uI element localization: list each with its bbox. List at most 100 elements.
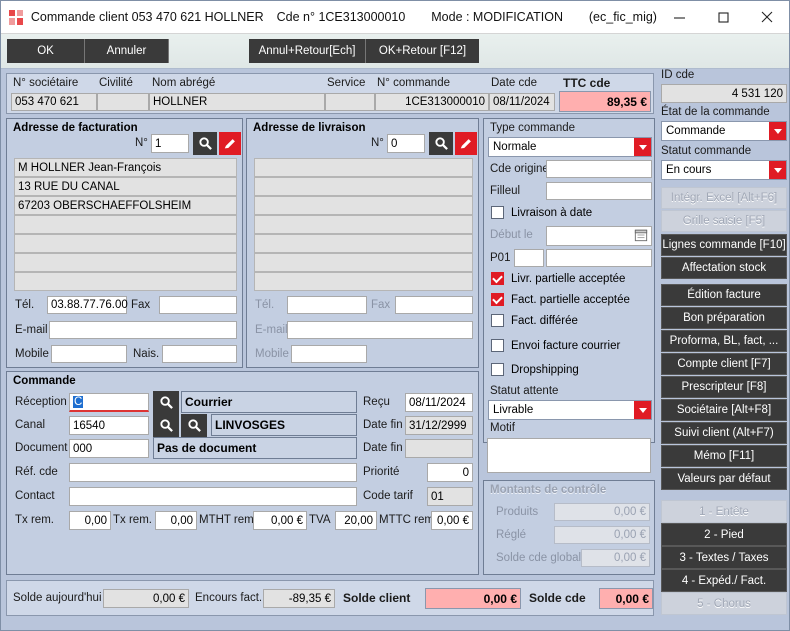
maximize-button[interactable] xyxy=(701,1,745,33)
billing-email-input[interactable] xyxy=(49,321,237,339)
sidebar-button-societaire[interactable]: Sociétaire [Alt+F8] xyxy=(661,399,787,421)
sidebar-button-compte-client[interactable]: Compte client [F7] xyxy=(661,353,787,375)
tx-rem-l-input[interactable]: 0,00 xyxy=(155,511,197,530)
delivery-tel-input[interactable] xyxy=(287,296,367,314)
cancel-button[interactable]: Annuler xyxy=(85,39,169,63)
ref-cde-input[interactable] xyxy=(69,463,357,482)
tab-2-pied[interactable]: 2 - Pied xyxy=(661,523,787,546)
field-n-commande[interactable]: 1CE313000010 xyxy=(375,93,489,111)
billing-line-2[interactable]: 13 RUE DU CANAL xyxy=(14,177,237,196)
billing-mobile-input[interactable] xyxy=(51,345,127,363)
livr-partielle-checkbox[interactable]: Livr. partielle acceptée xyxy=(491,272,625,285)
sidebar-button-integr-excel[interactable]: Intégr. Excel [Alt+F6] xyxy=(661,187,787,209)
sidebar-button-proforma-bl-fact[interactable]: Proforma, BL, fact, ... xyxy=(661,330,787,352)
sidebar-button-valeurs-par-defaut[interactable]: Valeurs par défaut xyxy=(661,468,787,490)
mttc-rem-input[interactable]: 0,00 € xyxy=(431,511,473,530)
motif-textarea[interactable] xyxy=(487,438,651,473)
code-tarif-input[interactable]: 01 xyxy=(427,487,473,506)
fact-partielle-checkbox[interactable]: Fact. partielle acceptée xyxy=(491,293,630,306)
sidebar-button-lignes-commande[interactable]: Lignes commande [F10] xyxy=(661,234,787,256)
date-fin1-input[interactable]: 31/12/2999 xyxy=(405,416,473,435)
document-input[interactable]: 000 xyxy=(69,439,149,458)
p01-code-input[interactable] xyxy=(514,249,544,267)
billing-line-4[interactable] xyxy=(14,215,237,234)
livraison-a-date-checkbox[interactable]: Livraison à date xyxy=(491,206,592,219)
ok-return-button[interactable]: OK+Retour [F12] xyxy=(366,39,479,63)
delivery-mobile-input[interactable] xyxy=(291,345,367,363)
cde-origine-input[interactable] xyxy=(546,160,652,178)
statut-commande-select[interactable]: En cours xyxy=(661,160,787,180)
minimize-button[interactable] xyxy=(657,1,701,33)
date-fin2-input[interactable] xyxy=(405,439,473,458)
delivery-edit-icon-button[interactable] xyxy=(455,132,477,155)
sidebar-button-affectation-stock[interactable]: Affectation stock xyxy=(661,257,787,279)
action-toolbar: OK Annuler Annul+Retour[Ech] OK+Retour [… xyxy=(1,34,789,69)
field-service[interactable] xyxy=(325,93,375,111)
chevron-down-icon[interactable] xyxy=(634,138,651,156)
billing-tel-input[interactable]: 03.88.77.76.00 xyxy=(47,296,128,314)
close-button[interactable] xyxy=(745,1,789,33)
contact-input[interactable] xyxy=(69,487,357,506)
field-n-societaire[interactable]: 053 470 621 xyxy=(11,93,97,111)
order-type-select[interactable]: Normale xyxy=(488,137,652,157)
recu-input[interactable]: 08/11/2024 xyxy=(405,393,473,412)
billing-line-7[interactable] xyxy=(14,272,237,291)
tab-1-entete[interactable]: 1 - Entête xyxy=(661,500,787,523)
filleul-input[interactable] xyxy=(546,182,652,200)
chevron-down-icon[interactable] xyxy=(634,401,651,419)
mtht-rem-input[interactable]: 0,00 € xyxy=(253,511,307,530)
billing-edit-icon-button[interactable] xyxy=(219,132,241,155)
chevron-down-icon[interactable] xyxy=(769,161,786,179)
statut-attente-select[interactable]: Livrable xyxy=(488,400,652,420)
tab-3-textes-taxes[interactable]: 3 - Textes / Taxes xyxy=(661,546,787,569)
ok-button[interactable]: OK xyxy=(7,39,85,63)
billing-search-icon-button[interactable] xyxy=(193,132,217,155)
sidebar-button-edition-facture[interactable]: Édition facture xyxy=(661,284,787,306)
delivery-line-6[interactable] xyxy=(254,253,473,272)
canal-search-icon-button-1[interactable] xyxy=(153,414,179,437)
billing-line-3[interactable]: 67203 OBERSCHAEFFOLSHEIM xyxy=(14,196,237,215)
reception-input[interactable]: C xyxy=(69,393,149,412)
billing-line-1[interactable]: M HOLLNER Jean-François xyxy=(14,158,237,177)
field-civilite[interactable] xyxy=(97,93,149,111)
delivery-email-input[interactable] xyxy=(287,321,473,339)
field-date-cde[interactable]: 08/11/2024 xyxy=(489,93,555,111)
billing-line-6[interactable] xyxy=(14,253,237,272)
tab-5-chorus[interactable]: 5 - Chorus xyxy=(661,592,787,615)
tva-input[interactable]: 20,00 xyxy=(335,511,377,530)
billing-num-input[interactable]: 1 xyxy=(151,134,189,153)
delivery-fax-input[interactable] xyxy=(395,296,473,314)
sidebar-button-prescripteur[interactable]: Prescripteur [F8] xyxy=(661,376,787,398)
delivery-line-4[interactable] xyxy=(254,215,473,234)
delivery-num-input[interactable]: 0 xyxy=(387,134,425,153)
delivery-line-2[interactable] xyxy=(254,177,473,196)
billing-line-5[interactable] xyxy=(14,234,237,253)
reception-search-icon-button[interactable] xyxy=(153,391,179,414)
priorite-input[interactable]: 0 xyxy=(427,463,473,482)
dropshipping-checkbox[interactable]: Dropshipping xyxy=(491,363,579,376)
delivery-line-3[interactable] xyxy=(254,196,473,215)
tx-rem-input[interactable]: 0,00 xyxy=(69,511,111,530)
canal-input[interactable]: 16540 xyxy=(69,416,149,435)
billing-fax-input[interactable] xyxy=(159,296,237,314)
billing-nais-input[interactable] xyxy=(162,345,237,363)
cancel-return-button[interactable]: Annul+Retour[Ech] xyxy=(249,39,366,63)
delivery-line-5[interactable] xyxy=(254,234,473,253)
label-date-cde: Date cde xyxy=(491,77,538,89)
field-nom-abrege[interactable]: HOLLNER xyxy=(149,93,325,111)
delivery-search-icon-button[interactable] xyxy=(429,132,453,155)
fact-differee-checkbox[interactable]: Fact. différée xyxy=(491,314,578,327)
delivery-line-1[interactable] xyxy=(254,158,473,177)
p01-value-input[interactable] xyxy=(546,249,652,267)
chevron-down-icon[interactable] xyxy=(769,122,786,140)
tab-4-exped-fact[interactable]: 4 - Expéd./ Fact. xyxy=(661,569,787,592)
sidebar-button-suivi-client[interactable]: Suivi client (Alt+F7) xyxy=(661,422,787,444)
envoi-facture-courrier-checkbox[interactable]: Envoi facture courrier xyxy=(491,339,620,352)
sidebar-button-memo[interactable]: Mémo [F11] xyxy=(661,445,787,467)
canal-search-icon-button-2[interactable] xyxy=(181,414,207,437)
sidebar-button-grille-saisie[interactable]: Grille saisie [F5] xyxy=(661,210,787,232)
etat-commande-select[interactable]: Commande xyxy=(661,121,787,141)
debut-le-input[interactable] xyxy=(546,226,652,246)
delivery-line-7[interactable] xyxy=(254,272,473,291)
sidebar-button-bon-preparation[interactable]: Bon préparation xyxy=(661,307,787,329)
